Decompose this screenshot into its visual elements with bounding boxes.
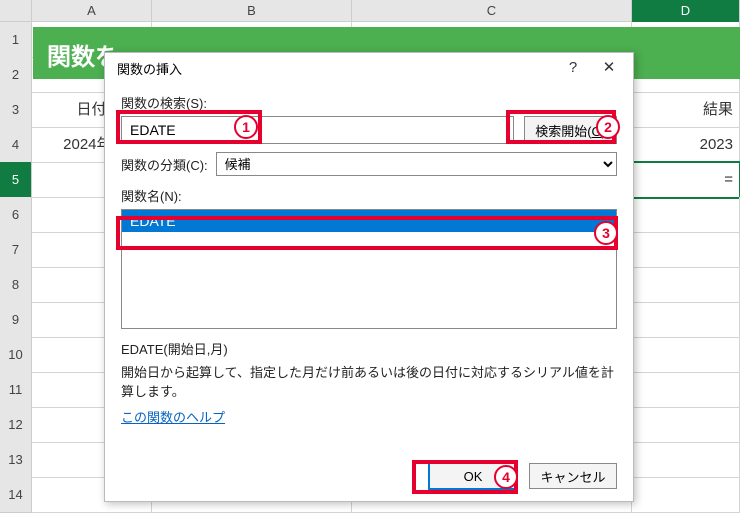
search-label: 関数の検索(S): xyxy=(121,93,617,112)
cell-D3[interactable]: 結果 xyxy=(632,92,740,128)
ok-button[interactable]: OK xyxy=(429,463,517,489)
list-item[interactable]: EDATE xyxy=(122,210,616,232)
cell-D7[interactable] xyxy=(632,232,740,268)
row-header[interactable]: 2 xyxy=(0,57,32,93)
row-header[interactable]: 5 xyxy=(0,162,32,198)
column-headers: A B C D xyxy=(0,0,740,22)
cell-D12[interactable] xyxy=(632,407,740,443)
col-D[interactable]: D xyxy=(632,0,740,22)
row-header[interactable]: 8 xyxy=(0,267,32,303)
function-signature: EDATE(開始日,月) xyxy=(121,339,617,358)
function-description: 開始日から起算して、指定した月だけ前あるいは後の日付に対応するシリアル値を計算し… xyxy=(121,362,617,400)
row-header[interactable]: 9 xyxy=(0,302,32,338)
row-header[interactable]: 12 xyxy=(0,407,32,443)
cell-D4[interactable]: 2023 xyxy=(632,127,740,163)
search-input[interactable] xyxy=(121,116,514,144)
cell-D10[interactable] xyxy=(632,337,740,373)
function-name-label: 関数名(N): xyxy=(121,186,617,205)
close-icon[interactable]: ✕ xyxy=(591,55,627,81)
row-header[interactable]: 10 xyxy=(0,337,32,373)
dialog-title: 関数の挿入 xyxy=(117,59,555,78)
row-header[interactable]: 4 xyxy=(0,127,32,163)
row-header[interactable]: 3 xyxy=(0,92,32,128)
col-A[interactable]: A xyxy=(32,0,152,22)
col-B[interactable]: B xyxy=(152,0,352,22)
cell-D6[interactable] xyxy=(632,197,740,233)
category-label: 関数の分類(C): xyxy=(121,155,208,174)
row-header[interactable]: 1 xyxy=(0,22,32,58)
search-go-button[interactable]: 検索開始(G) xyxy=(524,116,617,144)
cell-D5[interactable]: = xyxy=(632,162,740,198)
selectall-corner[interactable] xyxy=(0,0,32,22)
col-C[interactable]: C xyxy=(352,0,632,22)
cell-D14[interactable] xyxy=(632,477,740,513)
cell-D9[interactable] xyxy=(632,302,740,338)
row-header[interactable]: 14 xyxy=(0,477,32,513)
row-header[interactable]: 7 xyxy=(0,232,32,268)
function-help-link[interactable]: この関数のヘルプ xyxy=(121,407,225,426)
row-header[interactable]: 6 xyxy=(0,197,32,233)
cell-D8[interactable] xyxy=(632,267,740,303)
row-header[interactable]: 13 xyxy=(0,442,32,478)
row-header[interactable]: 11 xyxy=(0,372,32,408)
cell-D13[interactable] xyxy=(632,442,740,478)
function-listbox[interactable]: EDATE xyxy=(121,209,617,329)
insert-function-dialog: 関数の挿入 ? ✕ 関数の検索(S): 検索開始(G) 関数の分類(C): 候補… xyxy=(104,52,634,502)
cell-D11[interactable] xyxy=(632,372,740,408)
help-icon[interactable]: ? xyxy=(555,55,591,81)
category-select[interactable]: 候補 xyxy=(216,152,617,176)
cancel-button[interactable]: キャンセル xyxy=(529,463,617,489)
